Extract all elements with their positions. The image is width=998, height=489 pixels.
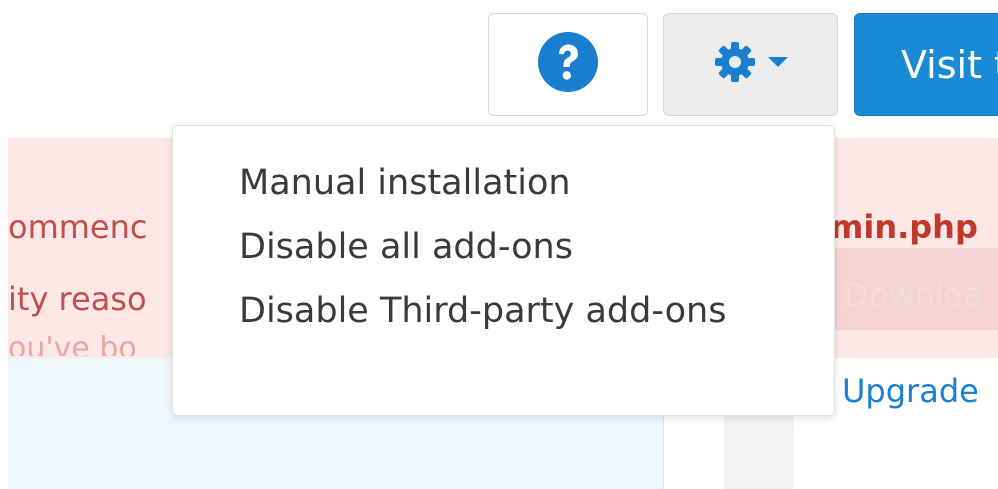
- caret-down-icon: [767, 55, 789, 74]
- help-button[interactable]: [488, 13, 648, 116]
- alert-text-line-1: ommenc: [8, 208, 148, 246]
- alert-file-name: min.php: [830, 208, 978, 246]
- download-button-label[interactable]: Downloa: [844, 276, 983, 314]
- alert-text-line-3: ou've bo: [8, 331, 137, 356]
- settings-dropdown-menu: Manual installation Disable all add-ons …: [172, 125, 835, 416]
- alert-text-line-2: ity reaso: [8, 280, 147, 318]
- visit-button[interactable]: Visit t: [854, 13, 998, 116]
- menu-item-disable-third-party-addons[interactable]: Disable Third-party add-ons: [173, 268, 834, 354]
- gear-icon: [713, 40, 757, 89]
- visit-button-label: Visit t: [901, 42, 998, 87]
- question-circle-icon: [536, 30, 600, 99]
- settings-menu-button[interactable]: [663, 13, 838, 116]
- upgrade-link[interactable]: Upgrade: [842, 372, 979, 410]
